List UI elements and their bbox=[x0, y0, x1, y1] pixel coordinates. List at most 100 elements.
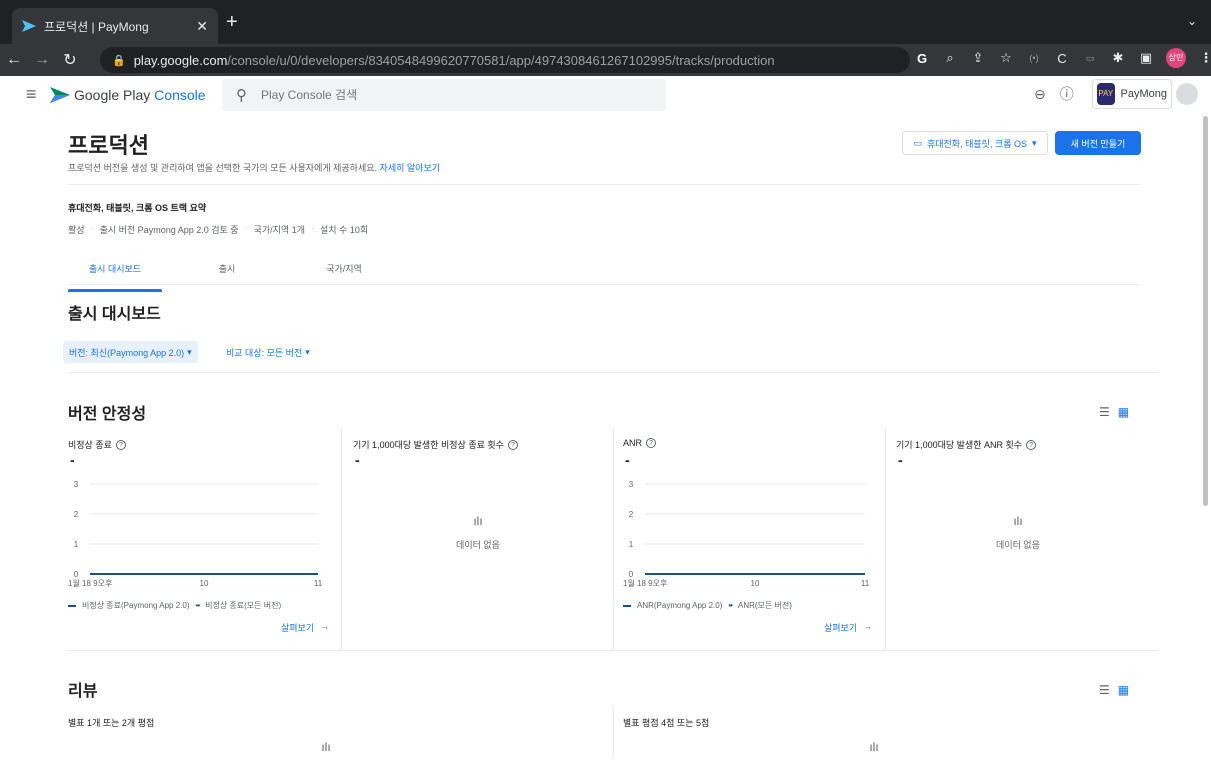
bar-chart-icon: ılı bbox=[473, 514, 483, 528]
summary-status: 활성 bbox=[68, 225, 85, 235]
y-tick-label: 1 bbox=[74, 540, 79, 549]
legend-entry: ANR(모든 버전) bbox=[737, 601, 792, 610]
browser-tab-title: 프로덕션 | PayMong bbox=[44, 19, 149, 34]
tab-countries[interactable]: 국가/지역 bbox=[292, 262, 396, 284]
card-divider bbox=[613, 706, 614, 758]
side-panel-icon[interactable]: ▣ bbox=[1138, 50, 1154, 66]
crash-value: - bbox=[70, 452, 75, 468]
extension-icon[interactable]: (•) bbox=[1026, 53, 1042, 63]
crash-chart: 0 1 2 3 1월 18 9오후 10 11 bbox=[68, 480, 323, 588]
url-text[interactable]: play.google.com/console/u/0/developers/8… bbox=[134, 53, 775, 68]
grid-view-icon[interactable]: ▦ bbox=[1118, 405, 1129, 419]
help-icon[interactable]: ? bbox=[646, 438, 657, 448]
track-summary: 활성 · 출시 버전 Paymong App 2.0 검토 중 · 국가/지역 1개… bbox=[68, 223, 369, 235]
help-icon[interactable]: ? bbox=[115, 439, 126, 450]
track-tabs: 출시 대시보드 출시 국가/지역 bbox=[68, 262, 396, 292]
link-icon[interactable]: ⊖ bbox=[1034, 86, 1046, 103]
new-tab-button[interactable]: + bbox=[226, 10, 238, 34]
anr-explore-link[interactable]: 살펴보기 → bbox=[824, 621, 872, 634]
anr-chart: 0 1 2 3 1월 18 9오후 10 11 bbox=[623, 480, 870, 588]
help-icon[interactable]: ⓘ bbox=[1060, 84, 1074, 104]
address-bar[interactable]: 🔒 play.google.com/console/u/0/developers… bbox=[100, 47, 910, 73]
app-header: ≡ Google Play Console ⚲ ⊖ ⓘ PAY PayMong bbox=[0, 76, 1211, 114]
user-avatar[interactable] bbox=[1176, 83, 1198, 105]
forward-icon[interactable]: → bbox=[28, 51, 56, 69]
header-actions: ⊖ ⓘ bbox=[1034, 84, 1074, 104]
crash-explore-link[interactable]: 살펴보기 → bbox=[281, 621, 329, 634]
puzzle-icon[interactable]: ✱ bbox=[1110, 50, 1126, 66]
legend-entry: 비정상 종료(모든 버전) bbox=[205, 601, 282, 610]
anr-rate-value: - bbox=[898, 452, 903, 468]
extension-icon[interactable]: C bbox=[1054, 51, 1070, 66]
bookmark-star-icon[interactable]: ☆ bbox=[998, 50, 1014, 66]
compare-filter[interactable]: 비교 대상: 모든 버전 ▾ bbox=[220, 341, 316, 363]
account-name: PayMong bbox=[1120, 88, 1167, 100]
reviews-view-toggle: ☰ ▦ bbox=[1099, 683, 1129, 697]
grid-view-icon[interactable]: ▦ bbox=[1118, 683, 1129, 697]
x-tick-label: 10 bbox=[200, 579, 209, 588]
play-console-logo-icon[interactable] bbox=[50, 87, 70, 103]
zoom-icon[interactable]: ⌕ bbox=[942, 50, 958, 66]
extension-icon[interactable]: ▭ bbox=[1082, 53, 1098, 64]
x-tick-label: 11 bbox=[314, 579, 323, 588]
arrow-right-icon: → bbox=[863, 621, 873, 631]
card-divider bbox=[341, 428, 342, 650]
chevron-down-icon: ▾ bbox=[187, 346, 192, 357]
arrow-right-icon: → bbox=[320, 621, 330, 631]
summary-countries: 국가/지역 1개 bbox=[253, 225, 305, 235]
menu-icon[interactable]: ≡ bbox=[26, 84, 37, 105]
page-description: 프로덕션 버전을 생성 및 관리하여 앱을 선택한 국가의 모든 사용자에게 제… bbox=[68, 163, 441, 173]
high-rating-no-data: ılı bbox=[814, 740, 934, 764]
divider bbox=[68, 650, 1158, 651]
help-icon[interactable]: ? bbox=[507, 439, 518, 450]
device-type-select[interactable]: ▭ 휴대전화, 태블릿, 크롬 OS ▾ bbox=[902, 131, 1048, 155]
bar-chart-icon: ılı bbox=[1013, 514, 1023, 528]
share-icon[interactable]: ⇪ bbox=[970, 50, 986, 66]
crash-rate-card-label: 기기 1,000대당 발생한 비정상 종료 횟수? bbox=[353, 438, 518, 451]
anr-card-label: ANR? bbox=[623, 438, 657, 448]
browser-tab[interactable]: 프로덕션 | PayMong ✕ bbox=[12, 8, 218, 44]
card-divider bbox=[613, 428, 614, 650]
lock-icon[interactable]: 🔒 bbox=[112, 54, 126, 67]
chevron-down-icon[interactable]: ⌄ bbox=[1187, 14, 1197, 28]
stability-title: 버전 안정성 bbox=[68, 406, 147, 423]
page-scrollbar[interactable] bbox=[1203, 116, 1208, 506]
summary-installs: 설치 수 10회 bbox=[320, 225, 369, 235]
tab-releases[interactable]: 출시 bbox=[162, 262, 292, 284]
crash-rate-no-data: ılı 데이터 없음 bbox=[418, 514, 538, 551]
chevron-down-icon: ▾ bbox=[305, 346, 310, 357]
search-box: ⚲ bbox=[222, 79, 666, 111]
back-icon[interactable]: ← bbox=[0, 51, 28, 69]
version-filter[interactable]: 버전: 최신(Paymong App 2.0) ▾ bbox=[63, 341, 198, 363]
dashboard-title: 출시 대시보드 bbox=[68, 306, 161, 323]
account-switcher[interactable]: PAY PayMong bbox=[1092, 79, 1172, 109]
create-new-release-button[interactable]: 새 버전 만들기 bbox=[1055, 131, 1141, 155]
anr-rate-no-data: ılı 데이터 없음 bbox=[958, 514, 1078, 551]
product-logo[interactable]: Google Play Console bbox=[74, 87, 206, 103]
y-tick-label: 1 bbox=[629, 540, 634, 549]
reload-icon[interactable]: ↻ bbox=[56, 50, 84, 70]
tab-release-dashboard[interactable]: 출시 대시보드 bbox=[68, 262, 162, 292]
device-icon: ▭ bbox=[913, 137, 922, 148]
google-icon[interactable]: G bbox=[914, 51, 930, 66]
search-input[interactable] bbox=[261, 88, 641, 102]
legend-entry: ANR(Paymong App 2.0) bbox=[637, 601, 723, 610]
page-title: 프로덕션 bbox=[68, 133, 149, 158]
close-icon[interactable]: ✕ bbox=[196, 18, 208, 35]
y-tick-label: 2 bbox=[629, 510, 634, 519]
list-view-icon[interactable]: ☰ bbox=[1099, 405, 1110, 419]
x-tick-label: 1월 18 9오후 bbox=[623, 578, 667, 588]
low-rating-no-data: ılı bbox=[266, 740, 386, 764]
list-view-icon[interactable]: ☰ bbox=[1099, 683, 1110, 697]
bar-chart-icon: ılı bbox=[321, 740, 331, 754]
x-tick-label: 11 bbox=[861, 579, 870, 588]
crash-legend: 비정상 종료(Paymong App 2.0) •• 비정상 종료(모든 버전) bbox=[68, 600, 281, 611]
browser-menu-icon[interactable]: ⋮ bbox=[1198, 50, 1211, 66]
high-rating-label: 별표 평점 4점 또는 5점 bbox=[623, 718, 710, 728]
learn-more-link[interactable]: 자세히 알아보기 bbox=[380, 163, 440, 173]
anr-legend: ANR(Paymong App 2.0) •• ANR(모든 버전) bbox=[623, 600, 792, 611]
stability-view-toggle: ☰ ▦ bbox=[1099, 405, 1129, 419]
help-icon[interactable]: ? bbox=[1026, 439, 1037, 450]
crash-card-label: 비정상 종료? bbox=[68, 438, 126, 451]
profile-avatar[interactable]: 상민 bbox=[1166, 48, 1186, 68]
